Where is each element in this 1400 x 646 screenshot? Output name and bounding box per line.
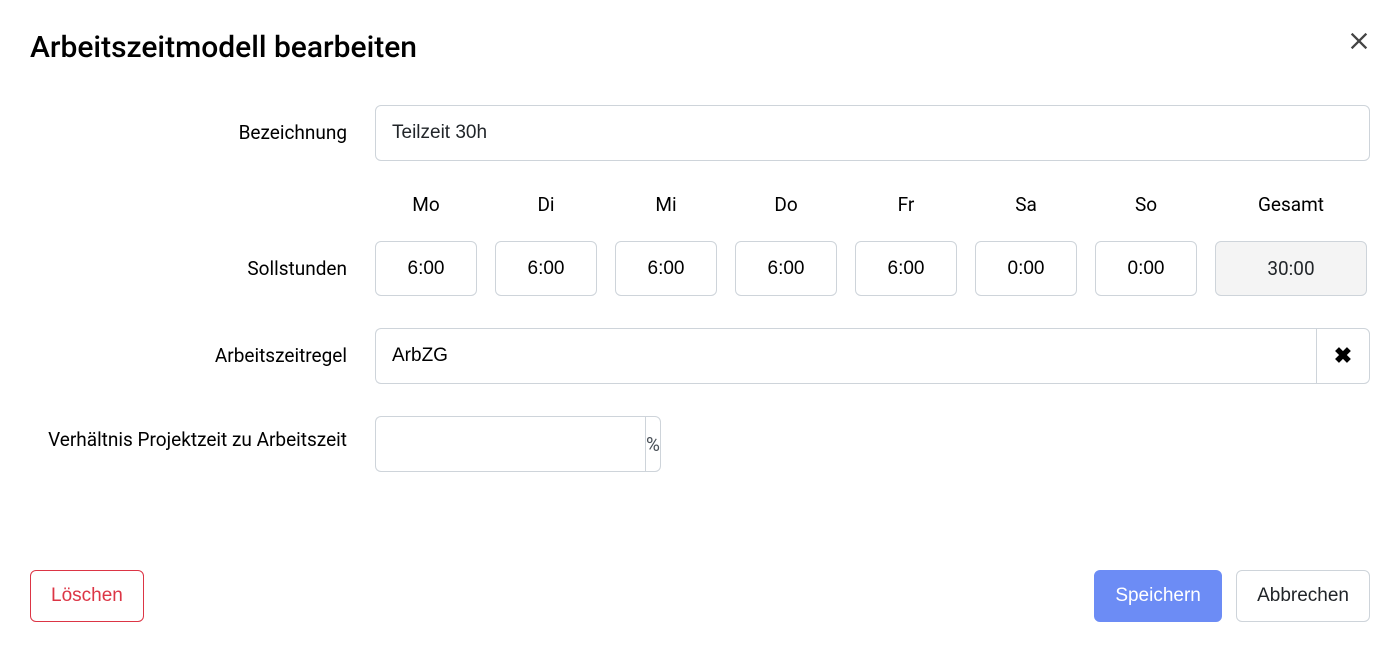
day-input-di[interactable]	[495, 241, 597, 296]
row-target-hours: Sollstunden Mo Di Mi Do Fr	[30, 193, 1370, 296]
x-icon: ✖	[1334, 343, 1352, 369]
day-header-mo: Mo	[412, 193, 439, 217]
day-header-di: Di	[537, 193, 554, 217]
dialog-title: Arbeitszeitmodell bearbeiten	[30, 30, 417, 65]
day-input-mo[interactable]	[375, 241, 477, 296]
day-input-fr[interactable]	[855, 241, 957, 296]
day-col-mi: Mi	[615, 193, 717, 296]
day-header-sa: Sa	[1015, 193, 1037, 217]
rule-clear-button[interactable]: ✖	[1316, 328, 1370, 384]
day-header-fr: Fr	[898, 193, 915, 217]
row-rule: Arbeitszeitregel ✖	[30, 328, 1370, 384]
name-input[interactable]	[375, 105, 1370, 161]
total-field: 30:00	[1215, 241, 1367, 296]
label-rule: Arbeitszeitregel	[30, 344, 375, 369]
day-input-mi[interactable]	[615, 241, 717, 296]
delete-button[interactable]: Löschen	[30, 570, 144, 622]
dialog-footer: Löschen Speichern Abbrechen	[30, 570, 1370, 622]
ratio-suffix: %	[645, 416, 661, 472]
row-ratio: Verhältnis Projektzeit zu Arbeitszeit %	[30, 416, 1370, 472]
ratio-input[interactable]	[375, 416, 645, 472]
ratio-group: %	[375, 416, 535, 472]
day-input-so[interactable]	[1095, 241, 1197, 296]
label-ratio: Verhältnis Projektzeit zu Arbeitszeit	[30, 416, 375, 453]
day-header-total: Gesamt	[1258, 193, 1324, 217]
day-col-fr: Fr	[855, 193, 957, 296]
close-button[interactable]	[1348, 30, 1370, 54]
day-col-do: Do	[735, 193, 837, 296]
day-col-di: Di	[495, 193, 597, 296]
dialog-header: Arbeitszeitmodell bearbeiten	[30, 30, 1370, 65]
close-icon	[1348, 30, 1370, 52]
day-header-so: So	[1135, 193, 1157, 217]
label-name: Bezeichnung	[30, 121, 375, 146]
save-button[interactable]: Speichern	[1094, 570, 1222, 622]
day-col-mo: Mo	[375, 193, 477, 296]
row-name: Bezeichnung	[30, 105, 1370, 161]
footer-right: Speichern Abbrechen	[1094, 570, 1370, 622]
day-input-sa[interactable]	[975, 241, 1077, 296]
rule-input[interactable]	[375, 328, 1316, 384]
day-header-do: Do	[774, 193, 797, 217]
day-col-sa: Sa	[975, 193, 1077, 296]
day-col-so: So	[1095, 193, 1197, 296]
days-container: Mo Di Mi Do Fr Sa	[375, 193, 1367, 296]
cancel-button[interactable]: Abbrechen	[1236, 570, 1370, 622]
total-col: Gesamt 30:00	[1215, 193, 1367, 296]
day-header-mi: Mi	[655, 193, 676, 217]
label-target-hours: Sollstunden	[247, 241, 347, 296]
form-area: Bezeichnung Sollstunden Mo Di Mi Do	[30, 105, 1370, 472]
day-input-do[interactable]	[735, 241, 837, 296]
rule-group: ✖	[375, 328, 1370, 384]
